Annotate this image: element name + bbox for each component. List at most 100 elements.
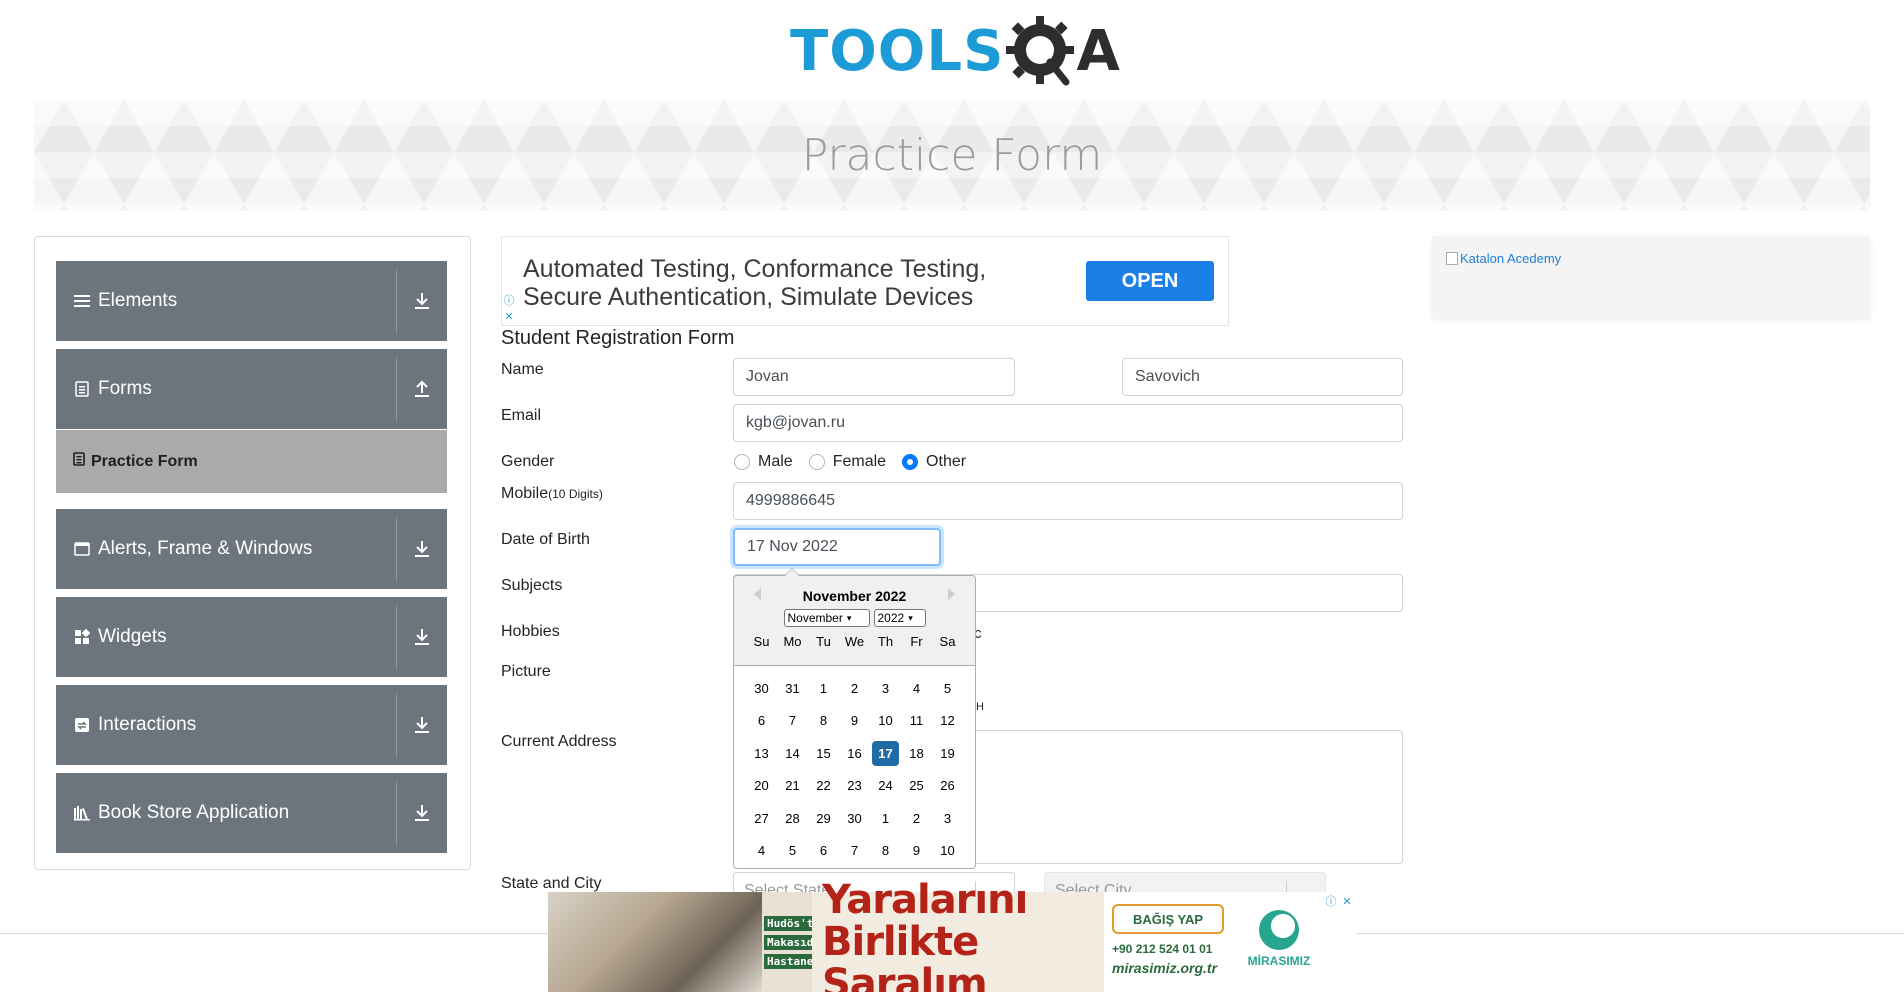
bottom-ad[interactable]: Hudös'teki Makasıd Hastanesinin Yaraları… bbox=[548, 879, 1356, 992]
sidebar-item-practice-form[interactable]: Practice Form bbox=[56, 430, 447, 493]
datepicker-day[interactable]: 8 bbox=[872, 838, 899, 863]
gender-radio-male[interactable]: Male bbox=[734, 453, 793, 471]
datepicker-day[interactable]: 28 bbox=[779, 806, 806, 831]
toolsqa-logo[interactable]: TOOLS A bbox=[790, 14, 1120, 90]
book-store-icon bbox=[72, 805, 92, 821]
window-icon bbox=[72, 542, 92, 556]
datepicker-day[interactable]: 2 bbox=[841, 676, 868, 701]
page-banner: Practice Form bbox=[34, 100, 1870, 211]
radio-button[interactable] bbox=[808, 454, 825, 470]
datepicker-day[interactable]: 3 bbox=[934, 806, 961, 831]
datepicker-day[interactable]: 7 bbox=[841, 838, 868, 863]
datepicker-day[interactable]: 18 bbox=[903, 741, 930, 766]
ad-open-button[interactable]: OPEN bbox=[1086, 261, 1214, 301]
widgets-icon bbox=[72, 629, 92, 645]
sidebar-group-alerts[interactable]: Alerts, Frame & Windows bbox=[56, 509, 447, 589]
datepicker-day[interactable]: 30 bbox=[841, 806, 868, 831]
ad-brand-name: MİRASIMIZ bbox=[1247, 954, 1311, 968]
datepicker-day[interactable]: 8 bbox=[810, 708, 837, 733]
datepicker-day[interactable]: 9 bbox=[903, 838, 930, 863]
datepicker-day[interactable]: 13 bbox=[748, 741, 775, 766]
picture-label: Picture bbox=[501, 663, 551, 680]
datepicker-day[interactable]: 30 bbox=[748, 676, 775, 701]
sidebar-group-widgets[interactable]: Widgets bbox=[56, 597, 447, 677]
ad-close-icon[interactable]: ✕ bbox=[502, 309, 516, 323]
sidebar-group-elements[interactable]: Elements bbox=[56, 261, 447, 341]
gender-radio-other[interactable]: Other bbox=[902, 453, 966, 471]
sidebar-group-forms[interactable]: Forms bbox=[56, 349, 447, 429]
datepicker-day[interactable]: 10 bbox=[934, 838, 961, 863]
side-ad[interactable]: Katalon Acedemy bbox=[1432, 236, 1870, 318]
datepicker-month-title: November 2022 bbox=[802, 588, 907, 604]
ad-headline-line-2: Birlikte Saralım bbox=[822, 919, 988, 992]
ad-small-line: Hudös'teki bbox=[764, 915, 833, 931]
datepicker-day[interactable]: 9 bbox=[841, 708, 868, 733]
datepicker-day[interactable]: 6 bbox=[810, 838, 837, 863]
datepicker-day[interactable]: 16 bbox=[841, 741, 868, 766]
gender-radio-female[interactable]: Female bbox=[808, 453, 886, 471]
adchoices-icon[interactable]: ⓘ bbox=[1324, 894, 1338, 908]
datepicker-day[interactable]: 22 bbox=[810, 773, 837, 798]
datepicker-day[interactable]: 4 bbox=[903, 676, 930, 701]
sidebar-group-label: Forms bbox=[98, 378, 152, 399]
datepicker-day[interactable]: 19 bbox=[934, 741, 961, 766]
ad-close-icon[interactable]: ✕ bbox=[1340, 894, 1354, 908]
radio-button-checked[interactable] bbox=[902, 454, 919, 470]
download-icon[interactable] bbox=[397, 804, 447, 822]
datepicker-day[interactable]: 14 bbox=[779, 741, 806, 766]
datepicker-day[interactable]: 4 bbox=[748, 838, 775, 863]
email-input[interactable]: kgb@jovan.ru bbox=[733, 404, 1403, 442]
datepicker-day[interactable]: 31 bbox=[779, 676, 806, 701]
donate-button[interactable]: BAĞIŞ YAP bbox=[1112, 904, 1224, 934]
datepicker-day[interactable]: 26 bbox=[934, 773, 961, 798]
datepicker-day[interactable]: 21 bbox=[779, 773, 806, 798]
ad-brand-logo: MİRASIMIZ bbox=[1244, 910, 1314, 968]
sidebar-group-book-store[interactable]: Book Store Application bbox=[56, 773, 447, 853]
month-select[interactable]: November ▾ bbox=[783, 609, 870, 627]
year-select[interactable]: 2022 ▾ bbox=[873, 609, 926, 627]
form-title: Student Registration Form bbox=[501, 327, 735, 349]
datepicker-day[interactable]: 5 bbox=[779, 838, 806, 863]
download-icon[interactable] bbox=[397, 540, 447, 558]
upload-icon[interactable] bbox=[397, 380, 447, 398]
datepicker-day[interactable]: 23 bbox=[841, 773, 868, 798]
page-title: Practice Form bbox=[801, 130, 1103, 181]
datepicker-day[interactable]: 7 bbox=[779, 708, 806, 733]
dob-input[interactable]: 17 Nov 2022 bbox=[733, 528, 941, 566]
datepicker-day[interactable]: 12 bbox=[934, 708, 961, 733]
broken-image[interactable]: Katalon Acedemy bbox=[1446, 251, 1561, 266]
sidebar-group-interactions[interactable]: Interactions bbox=[56, 685, 447, 765]
datepicker-day[interactable]: 1 bbox=[872, 806, 899, 831]
first-name-input[interactable]: Jovan bbox=[733, 358, 1015, 396]
download-icon[interactable] bbox=[397, 292, 447, 310]
datepicker-day[interactable]: 5 bbox=[934, 676, 961, 701]
datepicker-week: 30 31 1 2 3 4 5 bbox=[734, 672, 975, 705]
datepicker-day-selected[interactable]: 17 bbox=[872, 740, 899, 766]
state-city-label: State and City bbox=[501, 875, 602, 892]
logo-a-text: A bbox=[1076, 19, 1120, 84]
datepicker-day[interactable]: 1 bbox=[810, 676, 837, 701]
datepicker-day[interactable]: 29 bbox=[810, 806, 837, 831]
datepicker-selects: November ▾ 2022 ▾ bbox=[734, 609, 975, 627]
download-icon[interactable] bbox=[397, 628, 447, 646]
datepicker-week: 27 28 29 30 1 2 3 bbox=[734, 802, 975, 835]
last-name-input[interactable]: Savovich bbox=[1122, 358, 1403, 396]
mobile-input[interactable]: 4999886645 bbox=[733, 482, 1403, 520]
ad-small-line: Makasıd bbox=[764, 934, 813, 950]
datepicker-day[interactable]: 2 bbox=[903, 806, 930, 831]
datepicker-day[interactable]: 3 bbox=[872, 676, 899, 701]
datepicker-day[interactable]: 11 bbox=[903, 708, 930, 733]
radio-button[interactable] bbox=[734, 454, 750, 470]
top-ad[interactable]: Automated Testing, Conformance Testing, … bbox=[501, 236, 1229, 326]
datepicker-day[interactable]: 24 bbox=[872, 773, 899, 798]
datepicker-day[interactable]: 25 bbox=[903, 773, 930, 798]
day-of-week: Fr bbox=[910, 634, 923, 649]
datepicker-day[interactable]: 15 bbox=[810, 741, 837, 766]
adchoices-icon[interactable]: ⓘ bbox=[502, 293, 516, 307]
download-icon[interactable] bbox=[397, 716, 447, 734]
datepicker-day[interactable]: 6 bbox=[748, 708, 775, 733]
datepicker-day[interactable]: 27 bbox=[748, 806, 775, 831]
datepicker-day[interactable]: 20 bbox=[748, 773, 775, 798]
datepicker-day[interactable]: 10 bbox=[872, 708, 899, 733]
day-of-week: We bbox=[844, 634, 865, 649]
